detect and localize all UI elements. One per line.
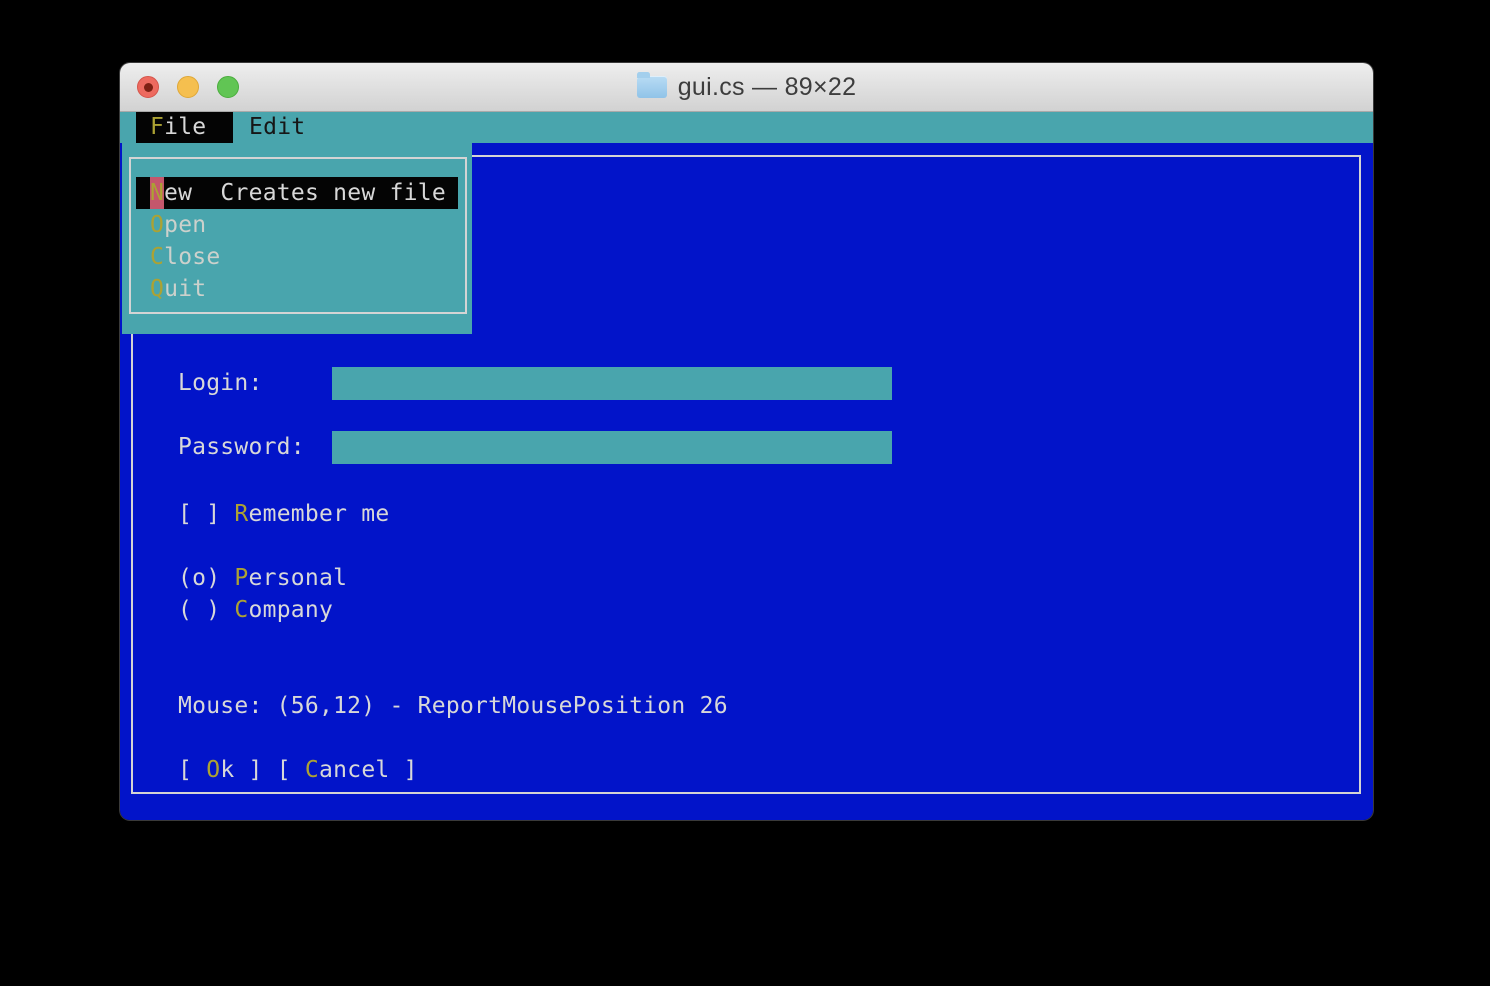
menu-item-new-hotkey: N (150, 177, 164, 209)
login-label: Login: (178, 370, 263, 396)
menu-item-new-label: ew (164, 180, 193, 206)
menu-bar: File Edit (120, 112, 1373, 143)
radio-company-hotkey: C (234, 597, 249, 623)
window-title: gui.cs — 89×22 (677, 72, 857, 101)
radio-company-label: ompany (248, 597, 334, 623)
button-row: [ Ok ] [ Cancel ] (178, 754, 418, 786)
menu-file[interactable]: File (136, 112, 233, 143)
radio-personal[interactable]: (o) Personal (178, 562, 347, 594)
menu-edit[interactable]: Edit (235, 112, 319, 143)
menu-item-close-hotkey: C (150, 244, 165, 270)
remember-label: emember me (248, 501, 390, 527)
menu-item-new-help: Creates new file (192, 180, 446, 206)
radio-personal-hotkey: P (234, 565, 249, 591)
menu-item-quit[interactable]: Quit (136, 273, 458, 305)
ok-button[interactable]: [ Ok ] (178, 757, 263, 783)
file-menu-dropdown: New Creates new file Open Close Quit (122, 143, 472, 334)
radio-company-mark: ( ) (178, 597, 235, 623)
cancel-label: ancel ] (319, 757, 418, 783)
cancel-bracket-left: [ (276, 757, 305, 783)
menu-item-open[interactable]: Open (136, 209, 458, 241)
remember-checkbox[interactable]: [ ] Remember me (178, 498, 389, 530)
button-gap (263, 757, 277, 783)
radio-personal-label: ersonal (248, 565, 348, 591)
window-title-area: gui.cs — 89×22 (120, 63, 1373, 111)
ok-label: k ] (220, 757, 263, 783)
folder-icon (636, 72, 667, 98)
titlebar[interactable]: gui.cs — 89×22 (120, 63, 1373, 112)
menu-edit-label: Edit (249, 114, 306, 140)
ok-bracket-left: [ (178, 757, 207, 783)
terminal-window: gui.cs — 89×22 File Edit Login: Password… (120, 63, 1373, 820)
login-input[interactable] (332, 367, 892, 400)
checkbox-brackets: [ ] (178, 501, 235, 527)
menu-item-open-label: pen (164, 212, 207, 238)
radio-company[interactable]: ( ) Company (178, 594, 333, 626)
menu-item-new[interactable]: New Creates new file (136, 177, 458, 209)
menu-file-hotkey: F (150, 114, 165, 140)
radio-personal-mark: (o) (178, 565, 235, 591)
menu-item-open-hotkey: O (150, 212, 165, 238)
menu-file-label: ile (164, 114, 207, 140)
terminal-screen: File Edit Login: Password: [ ] Remember … (120, 112, 1373, 820)
cancel-button[interactable]: [ Cancel ] (277, 757, 418, 783)
menu-item-quit-label: uit (164, 276, 207, 302)
remember-hotkey: R (234, 501, 249, 527)
mouse-status: Mouse: (56,12) - ReportMousePosition 26 (178, 693, 728, 719)
ok-hotkey: O (206, 757, 221, 783)
menu-item-close[interactable]: Close (136, 241, 458, 273)
password-label: Password: (178, 434, 305, 460)
password-input[interactable] (332, 431, 892, 464)
cancel-hotkey: C (304, 757, 320, 783)
menu-item-quit-hotkey: Q (150, 276, 165, 302)
menu-item-close-label: lose (164, 244, 221, 270)
